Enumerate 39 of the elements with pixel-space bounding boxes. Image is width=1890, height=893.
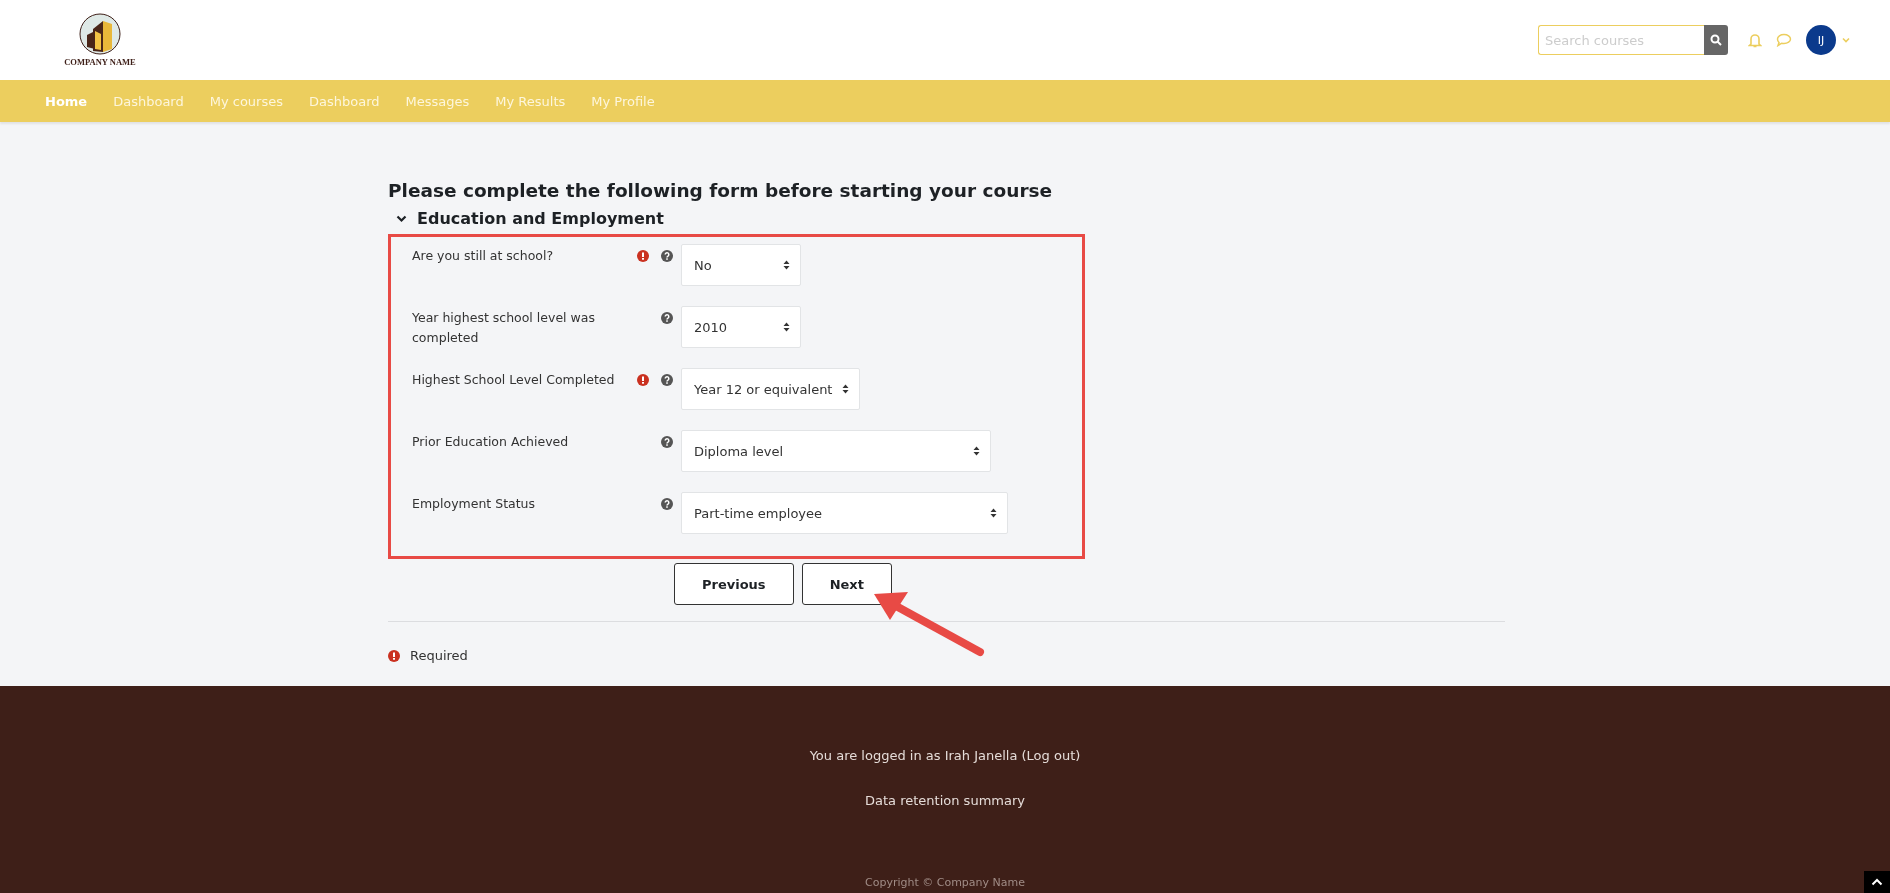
- nav-button[interactable]: Previous: [674, 563, 794, 605]
- data-retention-link[interactable]: Data retention summary: [865, 793, 1025, 808]
- field-label: Year highest school level was completed: [412, 309, 596, 347]
- field-label: Are you still at school?: [412, 247, 555, 265]
- login-info: You are logged in as Irah Janella (Log out): [809, 748, 1081, 763]
- chevron-up-icon: [1871, 878, 1883, 886]
- field-label: Prior Education Achieved: [412, 433, 570, 451]
- page-title: Please complete the following form before starting your course: [388, 180, 1054, 201]
- back-to-top-button[interactable]: [1864, 871, 1890, 893]
- sort-arrows-icon: [783, 260, 790, 270]
- nav-button[interactable]: Next: [801, 563, 892, 605]
- required-icon: [637, 374, 649, 386]
- help-icon[interactable]: [661, 250, 673, 262]
- help-icon[interactable]: [661, 312, 673, 324]
- select-field[interactable]: 2010: [681, 306, 801, 348]
- sort-arrows-icon: [783, 322, 790, 332]
- copyright-text: Copyright © Company Name: [865, 876, 1025, 889]
- help-icon[interactable]: [661, 436, 673, 448]
- select-field[interactable]: Diploma level: [681, 430, 991, 472]
- select-field[interactable]: Year 12 or equivalent: [681, 368, 860, 410]
- user-avatar[interactable]: IJ: [1806, 25, 1836, 55]
- company-name: COMPANY NAME: [64, 57, 136, 67]
- select-field[interactable]: No: [681, 244, 801, 286]
- required-icon: [637, 250, 649, 262]
- select-field[interactable]: Part-time employee: [681, 492, 1008, 534]
- help-icon[interactable]: [661, 374, 673, 386]
- building-logo-icon: [79, 13, 121, 55]
- sort-arrows-icon: [973, 446, 980, 456]
- required-icon: [388, 649, 400, 662]
- required-note: Required: [410, 648, 468, 663]
- field-label: Employment Status: [412, 495, 537, 513]
- help-icon[interactable]: [661, 498, 673, 510]
- chevron-icon[interactable]: [396, 214, 407, 223]
- section-title: Education and Employment: [417, 209, 664, 228]
- field-label: Highest School Level Completed: [412, 371, 616, 389]
- search-button[interactable]: [1704, 25, 1728, 55]
- search-icon: [1710, 34, 1722, 46]
- sort-arrows-icon: [842, 384, 849, 394]
- sort-arrows-icon: [990, 508, 997, 518]
